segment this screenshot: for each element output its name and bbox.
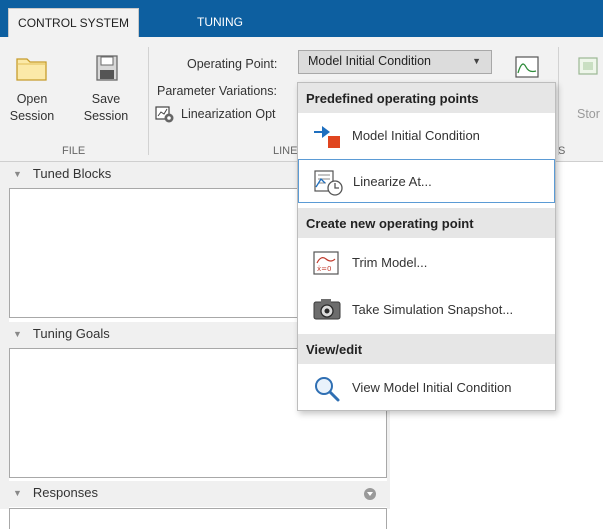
menu-item-label: View Model Initial Condition xyxy=(352,380,512,395)
floppy-disk-icon xyxy=(96,55,118,81)
menu-item-label: Take Simulation Snapshot... xyxy=(352,302,514,317)
collapse-triangle-icon: ▼ xyxy=(13,329,22,339)
operating-point-dropdown[interactable]: Model Initial Condition ▼ xyxy=(298,50,492,74)
open-session-label-1: Open xyxy=(16,92,48,106)
tab-bar: CONTROL SYSTEM TUNING xyxy=(0,0,603,37)
open-session-button[interactable]: Open Session xyxy=(6,53,58,125)
linearization-options-label[interactable]: Linearization Opt xyxy=(181,107,276,121)
responses-header[interactable]: ▼ Responses xyxy=(0,481,390,507)
store-button-label[interactable]: Stor xyxy=(577,107,600,121)
save-session-label-1: Save xyxy=(91,92,121,106)
menu-item-linearize-at[interactable]: Linearize At... xyxy=(298,159,555,203)
open-session-label-2: Session xyxy=(9,109,55,123)
section-label-fragment: S xyxy=(558,145,566,157)
tuning-goals-title: Tuning Goals xyxy=(32,326,110,341)
plot-icon[interactable] xyxy=(514,55,542,81)
panel-options-icon[interactable] xyxy=(364,488,376,500)
store-icon[interactable] xyxy=(576,55,602,81)
save-session-button[interactable]: Save Session xyxy=(80,53,132,125)
folder-icon xyxy=(16,58,47,81)
menu-section-predefined: Predefined operating points xyxy=(298,83,555,113)
responses-list[interactable] xyxy=(9,508,387,529)
model-initial-condition-icon xyxy=(314,126,340,148)
linearize-at-icon xyxy=(314,170,343,196)
magnifier-icon xyxy=(315,377,340,402)
parameter-variations-label[interactable]: Parameter Variations: xyxy=(157,84,277,98)
menu-item-take-simulation-snapshot[interactable]: Take Simulation Snapshot... xyxy=(298,288,555,332)
menu-item-label: Linearize At... xyxy=(353,174,432,189)
tab-control-system[interactable]: CONTROL SYSTEM xyxy=(8,8,139,37)
menu-item-model-initial-condition[interactable]: Model Initial Condition xyxy=(298,114,555,158)
camera-icon xyxy=(313,299,341,320)
menu-item-view-model-initial-condition[interactable]: View Model Initial Condition xyxy=(298,366,555,410)
collapse-triangle-icon: ▼ xyxy=(13,488,22,498)
tab-tuning[interactable]: TUNING xyxy=(175,8,265,37)
dropdown-caret-icon: ▼ xyxy=(472,56,481,66)
operating-point-value: Model Initial Condition xyxy=(308,54,431,68)
menu-item-label: Model Initial Condition xyxy=(352,128,480,143)
file-section-label: FILE xyxy=(62,145,86,157)
toolstrip-separator xyxy=(148,47,149,155)
linearization-options-icon xyxy=(155,106,174,123)
panel-margin xyxy=(0,188,9,509)
toolstrip-separator-2 xyxy=(558,47,559,155)
menu-item-trim-model[interactable]: ẋ=0 Trim Model... xyxy=(298,241,555,285)
trim-model-icon: ẋ=0 xyxy=(313,251,339,275)
collapse-triangle-icon: ▼ xyxy=(13,169,22,179)
tuned-blocks-title: Tuned Blocks xyxy=(32,166,112,181)
menu-section-view-edit: View/edit xyxy=(298,334,555,364)
menu-section-create-new: Create new operating point xyxy=(298,208,555,238)
responses-title: Responses xyxy=(32,485,98,500)
operating-point-label: Operating Point: xyxy=(187,57,278,71)
save-session-label-2: Session xyxy=(83,109,129,123)
operating-point-menu: Predefined operating points Model Initia… xyxy=(297,82,556,411)
menu-item-label: Trim Model... xyxy=(352,255,428,270)
svg-text:ẋ=0: ẋ=0 xyxy=(317,265,331,273)
linearization-section-label: LINE xyxy=(273,145,298,157)
